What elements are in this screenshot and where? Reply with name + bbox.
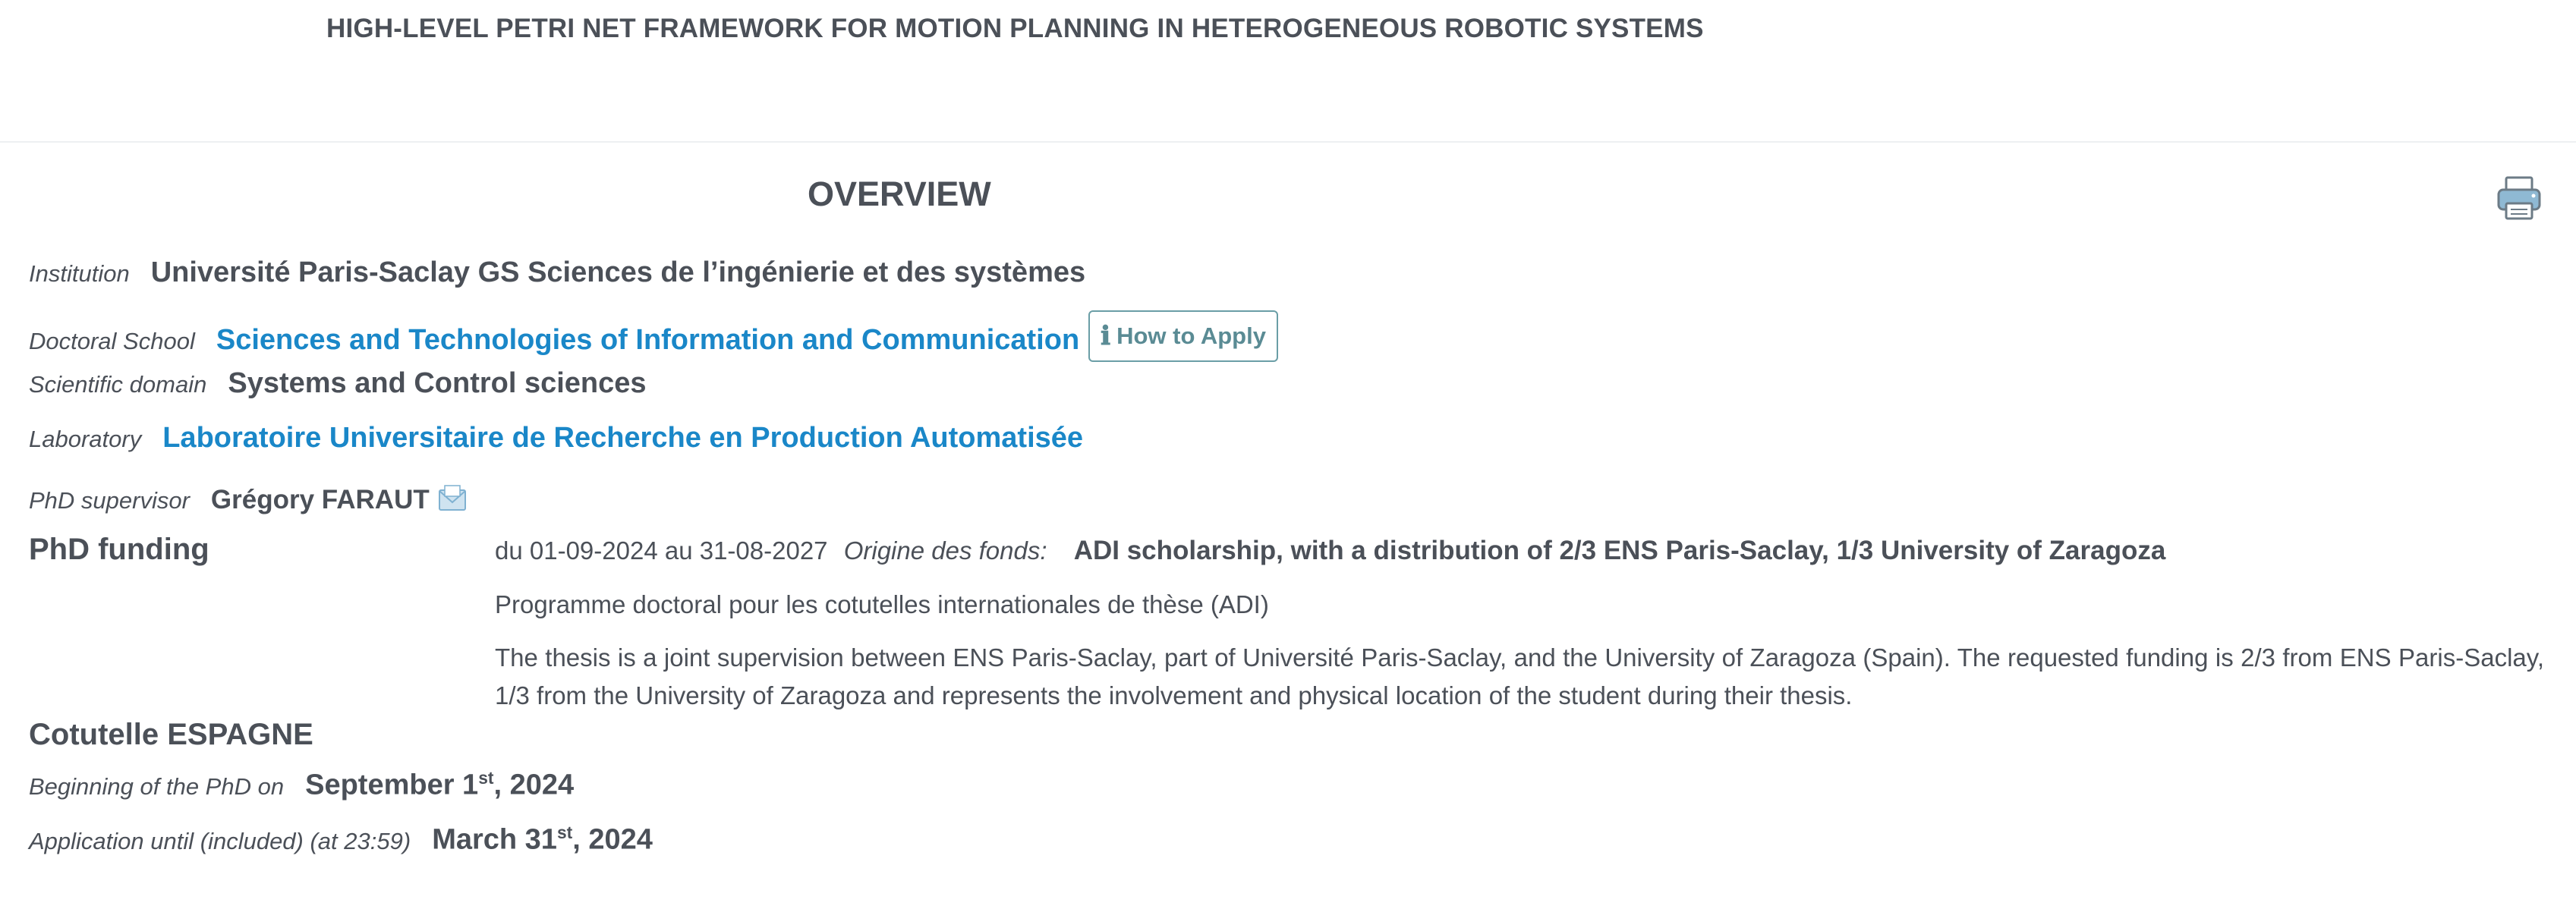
laboratory-row: Laboratory Laboratoire Universitaire de … — [29, 422, 1083, 455]
cotutelle-heading: Cotutelle ESPAGNE — [29, 718, 313, 751]
application-row: Application until (included) (at 23:59) … — [29, 823, 653, 857]
page-header: HIGH-LEVEL PETRI NET FRAMEWORK FOR MOTIO… — [0, 0, 2576, 143]
funding-heading: PhD funding — [29, 533, 209, 566]
how-to-apply-label: How to Apply — [1116, 322, 1266, 349]
info-icon: ℹ — [1101, 321, 1111, 351]
institution-label: Institution — [29, 260, 130, 287]
how-to-apply-button[interactable]: ℹ How to Apply — [1088, 310, 1278, 362]
application-label: Application until (included) (at 23:59) — [29, 827, 411, 854]
funding-origin-value: ADI scholarship, with a distribution of … — [1073, 536, 2166, 565]
laboratory-label: Laboratory — [29, 426, 142, 452]
scientific-domain-label: Scientific domain — [29, 371, 207, 398]
scientific-domain-value: Systems and Control sciences — [228, 367, 647, 399]
printer-icon[interactable] — [2496, 175, 2543, 222]
thesis-title: HIGH-LEVEL PETRI NET FRAMEWORK FOR MOTIO… — [326, 14, 1704, 43]
beginning-label: Beginning of the PhD on — [29, 772, 285, 800]
laboratory-link[interactable]: Laboratoire Universitaire de Recherche e… — [162, 422, 1083, 455]
beginning-row: Beginning of the PhD on September 1st, 2… — [29, 768, 574, 802]
mail-icon[interactable] — [437, 483, 468, 513]
funding-period: du 01-09-2024 au 31-08-2027 — [495, 536, 828, 565]
overview-title: OVERVIEW — [808, 175, 991, 213]
supervisor-name: Grégory FARAUT — [210, 485, 430, 514]
funding-description: The thesis is a joint supervision betwee… — [495, 643, 2544, 709]
funding-origin-label: Origine des fonds: — [843, 536, 1047, 565]
institution-row: Institution Université Paris-Saclay GS S… — [29, 256, 1085, 289]
doctoral-school-label: Doctoral School — [29, 328, 195, 354]
beginning-date: September 1st, 2024 — [305, 768, 575, 801]
funding-line: du 01-09-2024 au 31-08-2027 Origine des … — [495, 536, 2165, 566]
doctoral-school-link[interactable]: Sciences and Technologies of Information… — [216, 324, 1079, 357]
application-date: March 31st, 2024 — [432, 823, 653, 856]
scientific-domain-row: Scientific domain Systems and Control sc… — [29, 367, 647, 400]
funding-programme: Programme doctoral pour les cotutelles i… — [495, 590, 1269, 618]
page: HIGH-LEVEL PETRI NET FRAMEWORK FOR MOTIO… — [0, 0, 2576, 906]
supervisor-row: PhD supervisor Grégory FARAUT — [29, 478, 468, 515]
supervisor-label: PhD supervisor — [29, 487, 190, 514]
institution-value: Université Paris-Saclay GS Sciences de l… — [150, 256, 1086, 288]
doctoral-school-row: Doctoral School Sciences and Technologie… — [29, 310, 1278, 366]
